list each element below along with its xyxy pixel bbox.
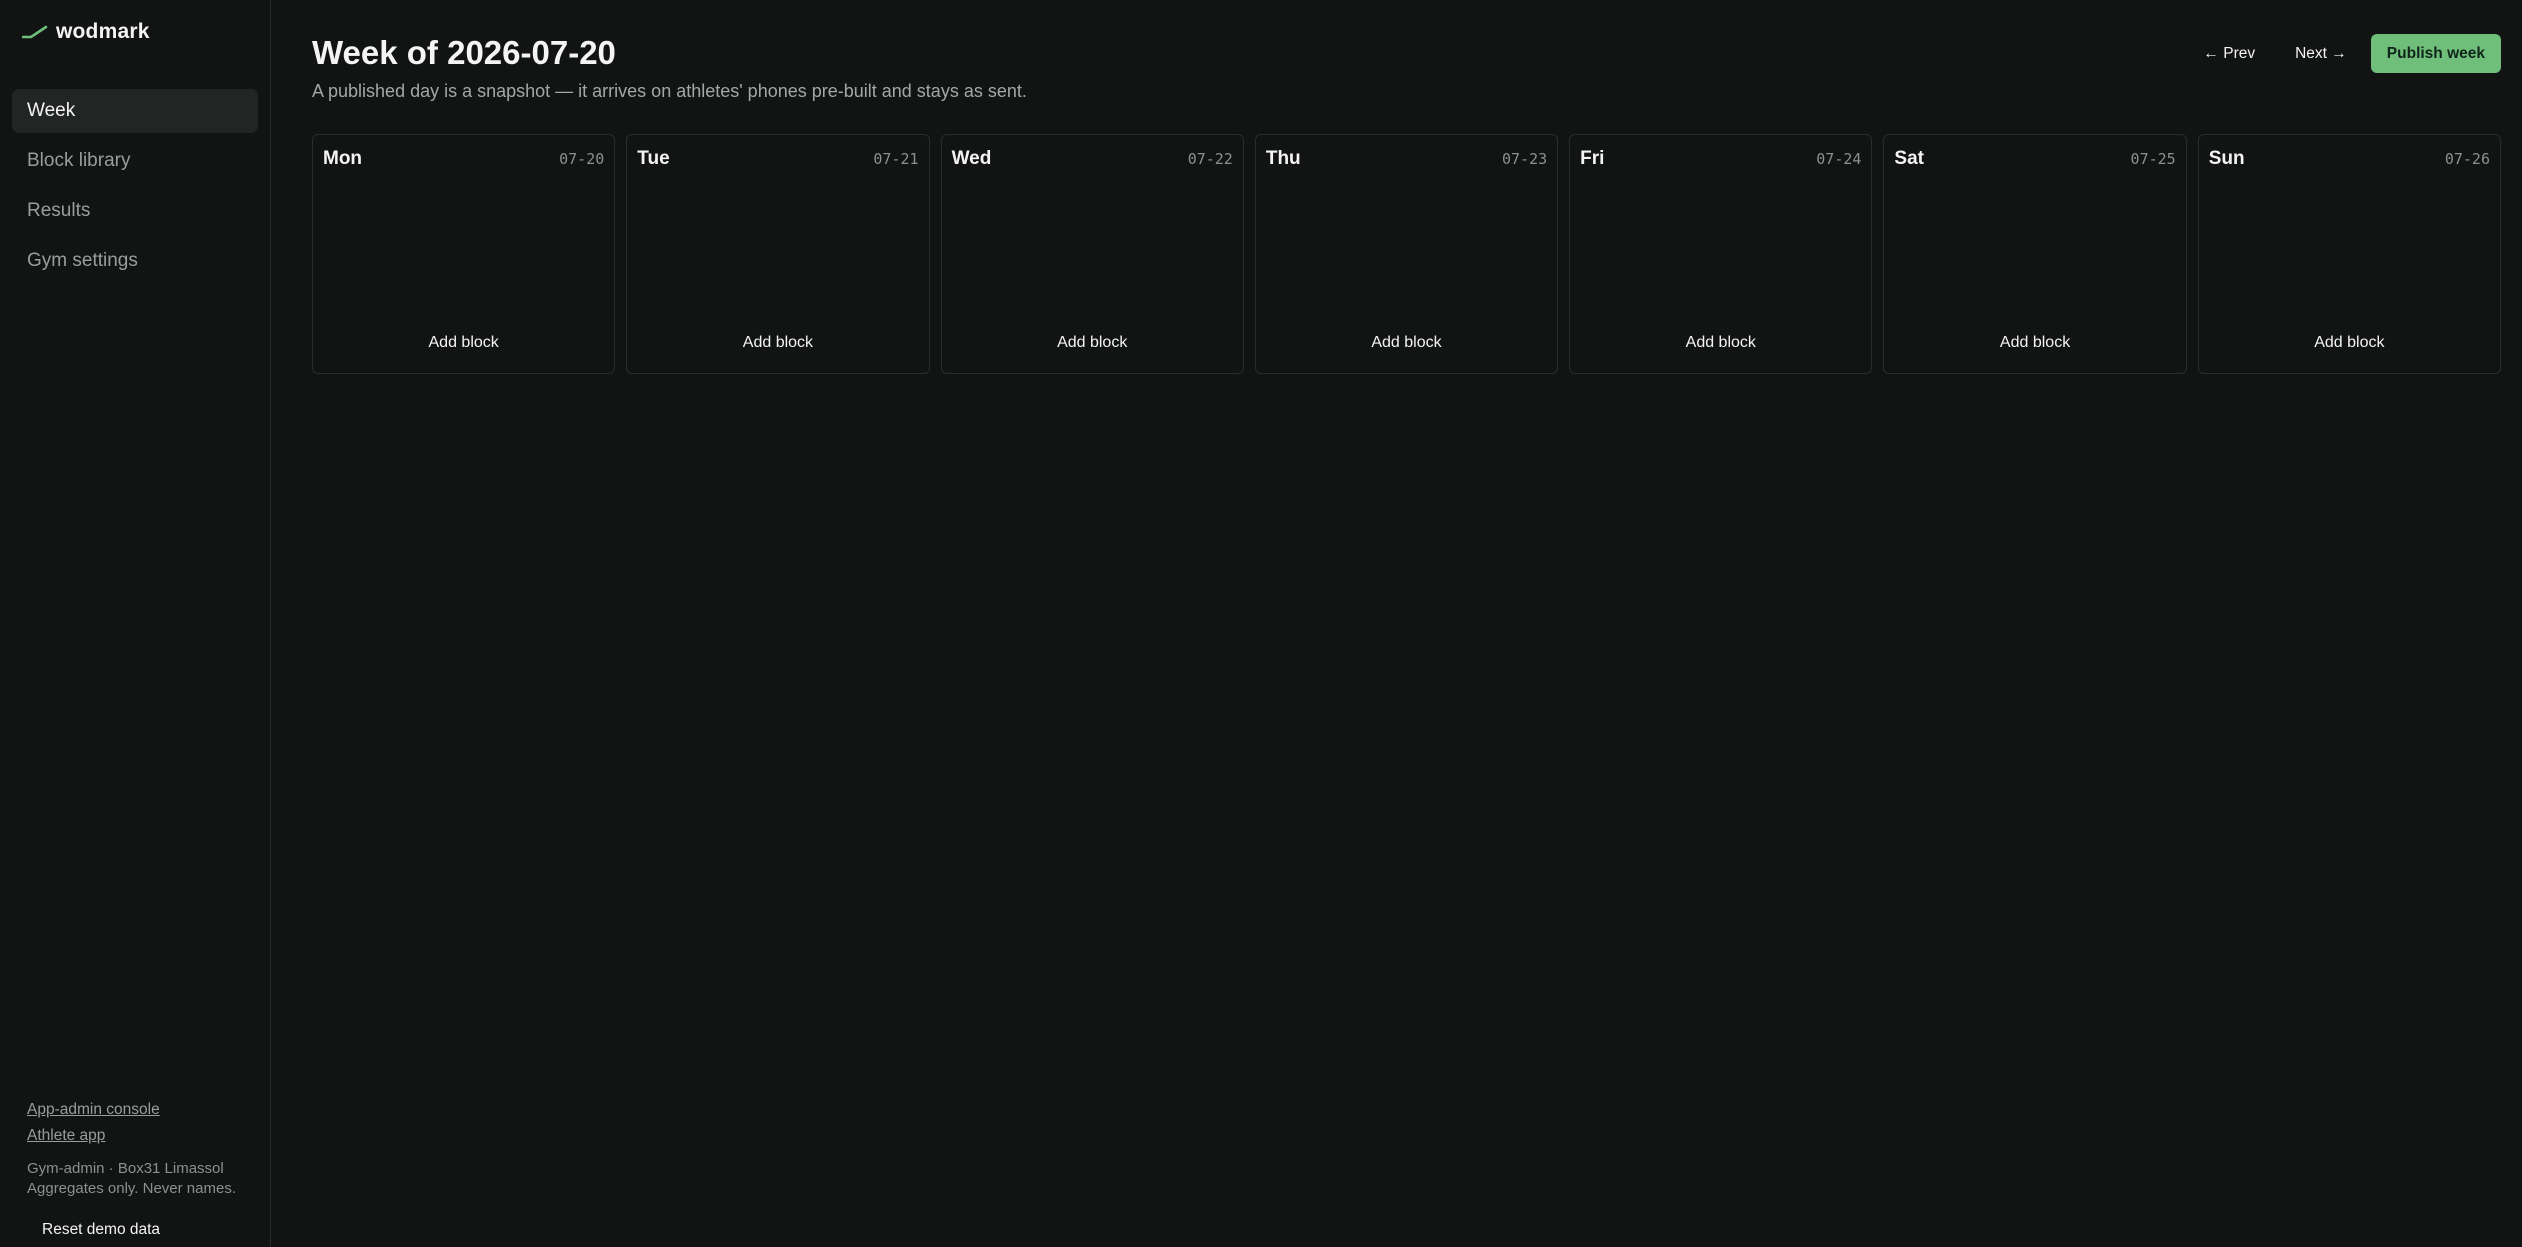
add-block-button[interactable]: Add block	[1256, 334, 1557, 352]
sidebar-item-week[interactable]: Week	[12, 89, 258, 133]
sidebar-footer: App-admin console Athlete app Gym-admin …	[27, 1101, 258, 1247]
sidebar-item-gym-settings[interactable]: Gym settings	[12, 239, 258, 283]
day-date: 07-22	[1187, 150, 1233, 168]
add-block-button[interactable]: Add block	[313, 334, 614, 352]
reset-demo-data-button[interactable]: Reset demo data	[42, 1221, 160, 1239]
sidebar-item-block-library[interactable]: Block library	[12, 139, 258, 183]
day-date: 07-23	[1501, 150, 1548, 168]
day-card-sat: Sat 07-25 Add block	[1883, 134, 2187, 374]
page-header: Week of 2026-07-20 A published day is a …	[312, 0, 2501, 134]
sidebar-item-label: Results	[27, 200, 91, 221]
add-block-button[interactable]: Add block	[942, 334, 1243, 352]
day-name: Mon	[323, 148, 363, 169]
add-block-button[interactable]: Add block	[2199, 334, 2500, 352]
day-card-mon: Mon 07-20 Add block	[312, 134, 616, 374]
day-name: Wed	[951, 148, 992, 169]
add-block-button[interactable]: Add block	[1570, 334, 1871, 352]
day-card-fri: Fri 07-24 Add block	[1569, 134, 1873, 374]
page-subtitle: A published day is a snapshot — it arriv…	[312, 81, 1027, 101]
app-admin-console-link[interactable]: App-admin console	[27, 1101, 258, 1119]
day-date: 07-21	[873, 150, 919, 168]
sidebar-nav: Week Block library Results Gym settings	[0, 89, 270, 289]
day-date: 07-26	[2444, 150, 2490, 168]
day-name: Sun	[2208, 148, 2245, 169]
app-shell: wodmark Week Block library Results Gym s…	[0, 0, 2522, 1247]
sidebar-item-results[interactable]: Results	[12, 189, 258, 233]
next-week-button[interactable]: Next →	[2295, 45, 2347, 63]
page-title: Week of 2026-07-20	[312, 34, 616, 71]
sidebar-item-label: Block library	[27, 150, 131, 171]
week-actions: ← Prev Next → Publish week	[2203, 34, 2501, 73]
day-name: Sat	[1894, 148, 1924, 169]
brand-name: wodmark	[56, 20, 150, 43]
day-name: Tue	[637, 148, 670, 169]
week-grid: Mon 07-20 Add block Tue 07-21 Add block …	[312, 134, 2501, 374]
brand[interactable]: wodmark	[0, 0, 270, 64]
add-block-button[interactable]: Add block	[1884, 334, 2185, 352]
sidebar-item-label: Week	[27, 100, 76, 121]
day-name: Fri	[1580, 148, 1605, 169]
publish-week-button[interactable]: Publish week	[2370, 34, 2501, 73]
day-name: Thu	[1265, 148, 1301, 169]
role-note: Gym-admin · Box31 Limassol Aggregates on…	[27, 1160, 236, 1197]
day-date: 07-24	[1816, 150, 1862, 168]
main-content: Week of 2026-07-20 A published day is a …	[271, 0, 2522, 1247]
day-card-thu: Thu 07-23 Add block	[1254, 134, 1559, 374]
day-card-sun: Sun 07-26 Add block	[2197, 134, 2501, 374]
day-card-tue: Tue 07-21 Add block	[626, 134, 930, 374]
add-block-button[interactable]: Add block	[627, 334, 928, 352]
sidebar-item-label: Gym settings	[27, 250, 138, 271]
athlete-app-link[interactable]: Athlete app	[27, 1127, 258, 1145]
day-date: 07-25	[2130, 150, 2176, 168]
prev-week-button[interactable]: ← Prev	[2203, 45, 2255, 63]
day-date: 07-20	[559, 150, 605, 168]
day-card-wed: Wed 07-22 Add block	[940, 134, 1244, 374]
brand-logo-icon	[22, 25, 48, 39]
sidebar: wodmark Week Block library Results Gym s…	[0, 0, 271, 1247]
